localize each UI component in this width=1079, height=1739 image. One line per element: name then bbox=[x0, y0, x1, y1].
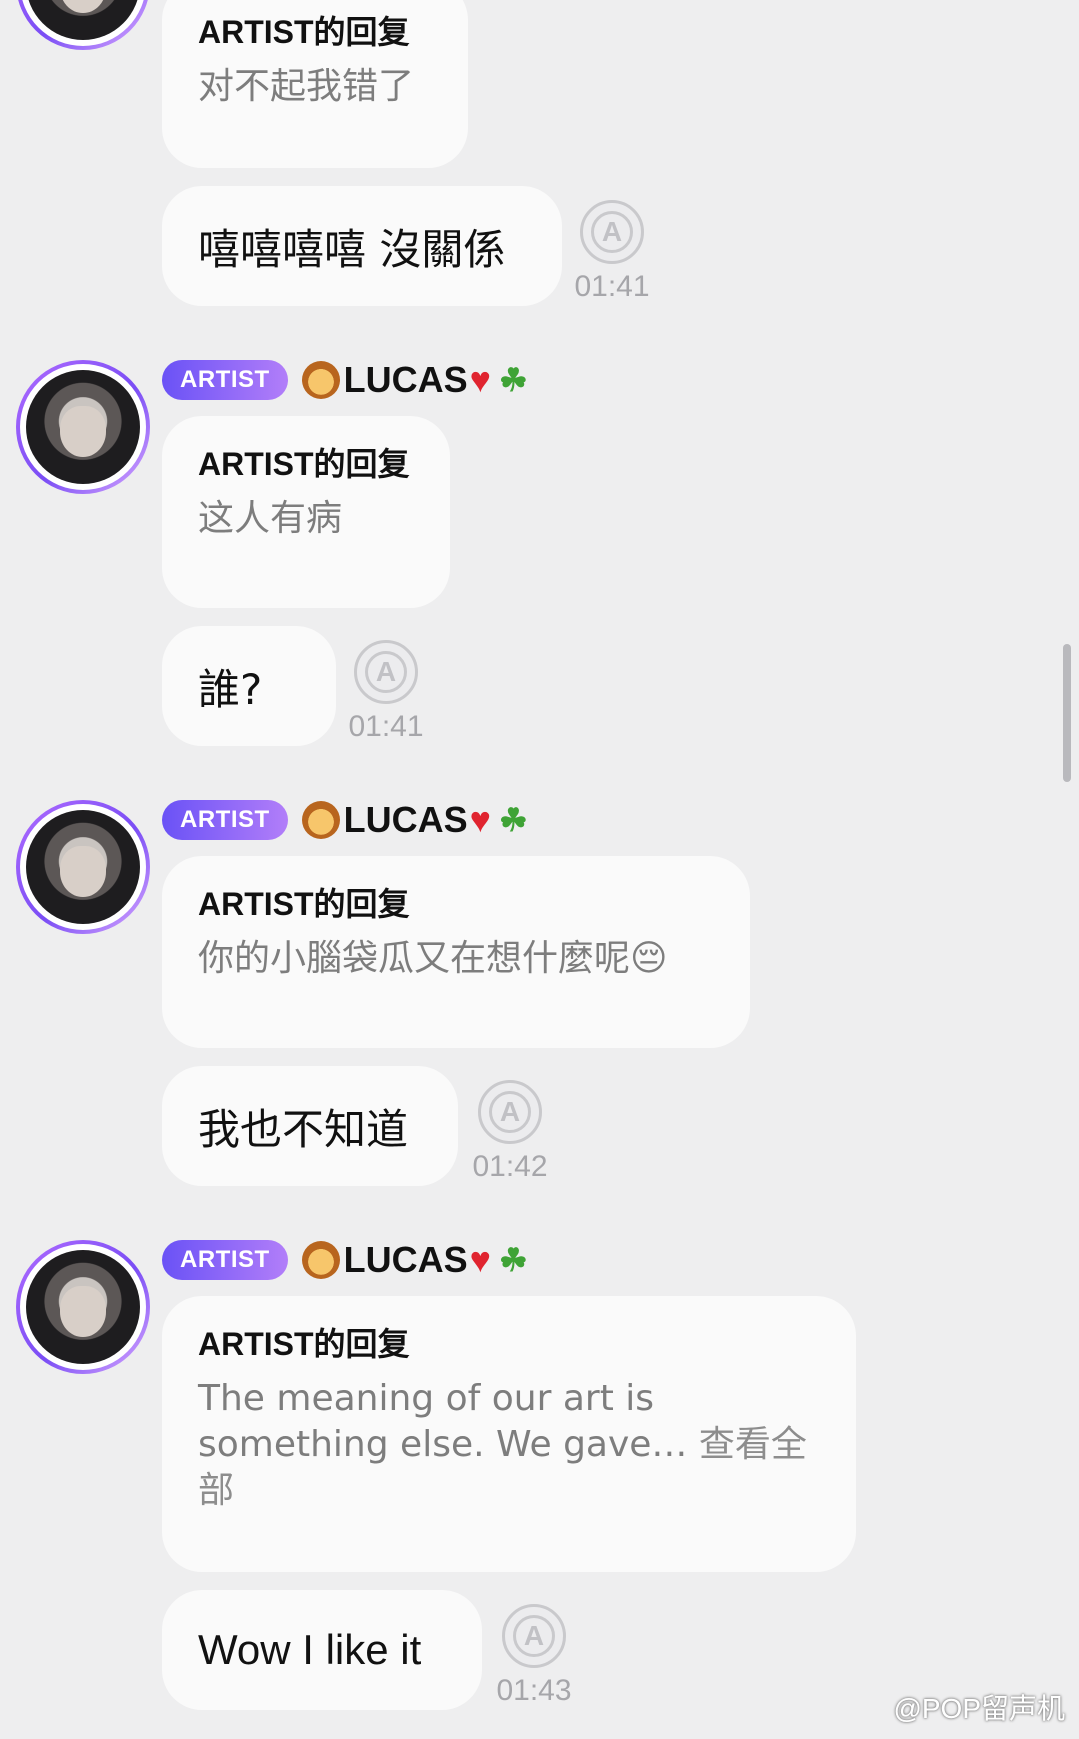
lion-emoji-icon bbox=[301, 361, 340, 399]
reply-text: 你的小腦袋瓜又在想什麼呢😔 bbox=[198, 938, 668, 979]
translate-icon[interactable]: A bbox=[580, 200, 644, 264]
avatar-photo bbox=[26, 1250, 140, 1364]
message-time: 01:43 bbox=[496, 1674, 572, 1707]
clover-emoji-icon: ☘ bbox=[499, 1242, 528, 1278]
heart-emoji-icon: ♥ bbox=[469, 359, 492, 400]
message-meta: A 01:43 bbox=[494, 1604, 574, 1708]
artist-avatar[interactable] bbox=[16, 1240, 150, 1374]
sender-name[interactable]: LUCAS ♥ ☘ bbox=[301, 1239, 528, 1281]
artist-avatar[interactable] bbox=[16, 0, 150, 50]
clover-emoji-icon: ☘ bbox=[499, 362, 528, 398]
reply-text: 这人有病 bbox=[198, 498, 343, 539]
translate-icon[interactable]: A bbox=[354, 640, 418, 704]
reply-header: ARTIST的回复 bbox=[198, 446, 410, 482]
artist-reply-bubble[interactable]: ARTIST的回复 这人有病 bbox=[162, 416, 450, 608]
avatar-photo bbox=[26, 370, 140, 484]
avatar-photo bbox=[26, 0, 140, 40]
my-message-bubble[interactable]: 誰? bbox=[162, 626, 336, 746]
artist-badge: ARTIST bbox=[162, 1240, 288, 1280]
sender-row: ARTIST LUCAS ♥ ☘ bbox=[162, 797, 528, 843]
reply-header: ARTIST的回复 bbox=[198, 1326, 410, 1362]
message-meta: A 01:41 bbox=[572, 200, 652, 304]
heart-emoji-icon: ♥ bbox=[469, 799, 492, 840]
artist-reply-bubble[interactable]: ARTIST的回复 你的小腦袋瓜又在想什麼呢😔 bbox=[162, 856, 750, 1048]
artist-reply-bubble[interactable]: ARTIST的回复 The meaning of our art is some… bbox=[162, 1296, 856, 1572]
reply-header: ARTIST的回复 bbox=[198, 14, 410, 50]
message-time: 01:41 bbox=[348, 710, 424, 743]
my-message-bubble[interactable]: 嘻嘻嘻嘻 沒關係 bbox=[162, 186, 562, 306]
translate-icon[interactable]: A bbox=[502, 1604, 566, 1668]
artist-avatar[interactable] bbox=[16, 800, 150, 934]
sender-name[interactable]: LUCAS ♥ ☘ bbox=[301, 359, 528, 401]
clover-emoji-icon: ☘ bbox=[499, 802, 528, 838]
avatar-photo bbox=[26, 810, 140, 924]
scrollbar[interactable] bbox=[1063, 644, 1071, 782]
artist-badge: ARTIST bbox=[162, 800, 288, 840]
lion-emoji-icon bbox=[301, 801, 340, 839]
reply-text: 对不起我错了 bbox=[198, 66, 415, 107]
message-meta: A 01:42 bbox=[470, 1080, 550, 1184]
watermark: @POP留声机 bbox=[893, 1693, 1065, 1724]
sender-row: ARTIST LUCAS ♥ ☘ bbox=[162, 357, 528, 403]
reply-header: ARTIST的回复 bbox=[198, 886, 410, 922]
heart-emoji-icon: ♥ bbox=[469, 1239, 492, 1280]
sender-row: ARTIST LUCAS ♥ ☘ bbox=[162, 1237, 528, 1283]
message-time: 01:42 bbox=[472, 1150, 548, 1183]
my-message-bubble[interactable]: 我也不知道 bbox=[162, 1066, 458, 1186]
reply-text: The meaning of our art is something else… bbox=[198, 1378, 807, 1511]
message-meta: A 01:41 bbox=[346, 640, 426, 744]
sender-name[interactable]: LUCAS ♥ ☘ bbox=[301, 799, 528, 841]
lion-emoji-icon bbox=[301, 1241, 340, 1279]
artist-reply-bubble[interactable]: ARTIST的回复 对不起我错了 bbox=[162, 0, 468, 168]
message-time: 01:41 bbox=[574, 270, 650, 303]
my-message-bubble[interactable]: Wow I like it bbox=[162, 1590, 482, 1710]
artist-avatar[interactable] bbox=[16, 360, 150, 494]
artist-badge: ARTIST bbox=[162, 360, 288, 400]
translate-icon[interactable]: A bbox=[478, 1080, 542, 1144]
